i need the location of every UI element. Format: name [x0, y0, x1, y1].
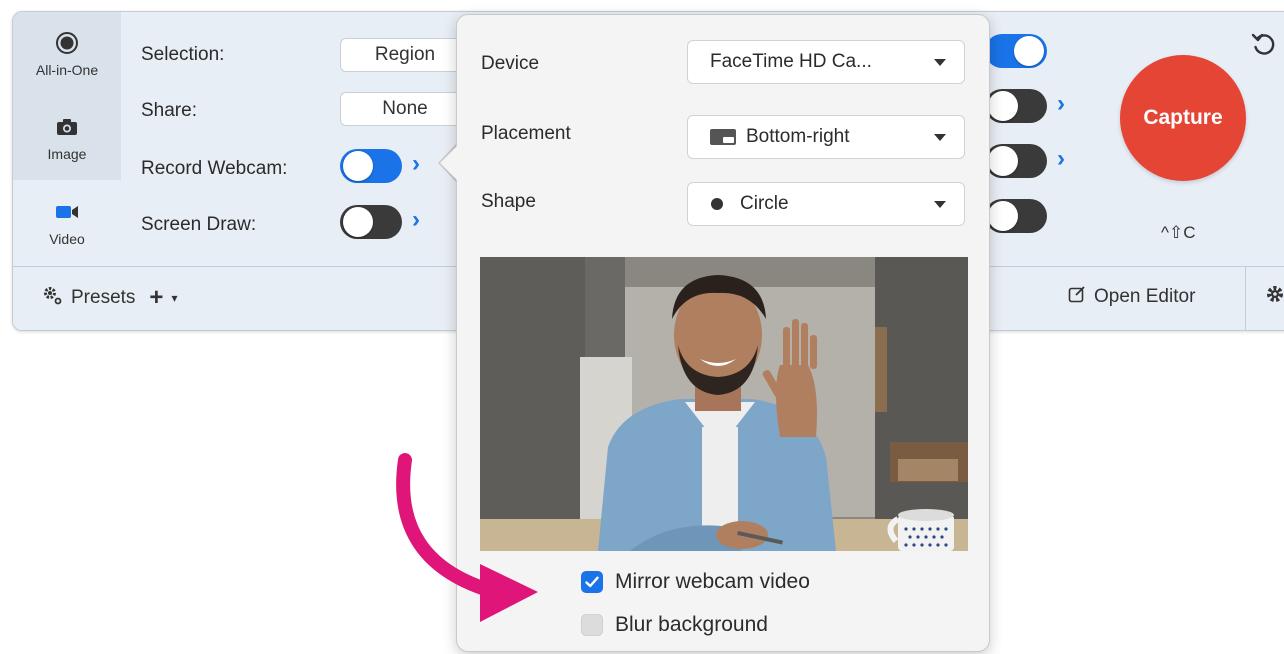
tab-video[interactable]: Video [13, 180, 121, 266]
screen-draw-toggle[interactable] [340, 205, 402, 239]
device-label: Device [481, 53, 540, 74]
chevron-right-icon[interactable]: › [412, 206, 420, 234]
record-dot-icon [55, 30, 79, 56]
selection-label: Selection: [141, 44, 225, 65]
tab-label: All-in-One [35, 62, 99, 78]
mirror-webcam-checkbox[interactable] [581, 571, 603, 593]
video-camera-icon [55, 199, 79, 225]
share-label: Share: [141, 100, 197, 121]
popover-arrow-fill [440, 145, 458, 181]
tab-image[interactable]: Image [13, 96, 121, 180]
mirror-webcam-option[interactable]: Mirror webcam video [581, 570, 810, 594]
blur-background-option[interactable]: Blur background [581, 613, 768, 637]
selection-dropdown[interactable]: Region [340, 38, 470, 72]
tab-all-in-one[interactable]: All-in-One [13, 12, 121, 96]
record-webcam-label: Record Webcam: [141, 158, 288, 179]
chevron-right-icon[interactable]: › [412, 150, 420, 178]
share-dropdown[interactable]: None [340, 92, 470, 126]
shape-value: Circle [740, 193, 789, 214]
caret-down-icon [934, 58, 946, 66]
edit-icon [1068, 285, 1086, 309]
option-toggle-4[interactable] [985, 199, 1047, 233]
mirror-webcam-label: Mirror webcam video [615, 570, 810, 593]
placement-value: Bottom-right [746, 126, 850, 147]
capture-button[interactable]: Capture [1120, 55, 1246, 181]
placement-label: Placement [481, 123, 571, 144]
capture-shortcut: ^⇧C [1161, 223, 1196, 242]
blur-background-label: Blur background [615, 613, 768, 636]
checkmark-icon [585, 576, 599, 588]
toggle-knob [1014, 36, 1044, 66]
placement-icon [710, 129, 736, 145]
presets-label: Presets [71, 287, 136, 308]
caret-down-icon [934, 133, 946, 141]
presets-button[interactable]: Presets + ▾ [41, 284, 177, 312]
toggle-knob [988, 146, 1018, 176]
chevron-right-icon[interactable]: › [1057, 145, 1065, 173]
tab-label: Video [49, 231, 85, 247]
device-value: FaceTime HD Ca... [710, 51, 872, 72]
reset-icon[interactable] [1251, 32, 1277, 65]
open-editor-button[interactable]: Open Editor [1068, 285, 1195, 309]
presets-gear-icon [41, 284, 63, 312]
mode-tabs: All-in-One Image Video [13, 12, 121, 266]
option-toggle-2[interactable] [985, 89, 1047, 123]
device-dropdown[interactable]: FaceTime HD Ca... [687, 40, 965, 84]
chevron-down-icon[interactable]: ▾ [171, 291, 177, 305]
add-preset-button[interactable]: + [149, 284, 163, 312]
tab-label: Image [47, 146, 87, 162]
open-editor-label: Open Editor [1094, 286, 1196, 307]
shape-dropdown[interactable]: Circle [687, 182, 965, 226]
toggle-knob [988, 91, 1018, 121]
toggle-knob [988, 201, 1018, 231]
toggle-knob [343, 151, 373, 181]
record-webcam-toggle[interactable] [340, 149, 402, 183]
camera-icon [56, 114, 78, 140]
placement-dropdown[interactable]: Bottom-right [687, 115, 965, 159]
annotation-arrow-icon [396, 453, 538, 622]
blur-background-checkbox[interactable] [581, 614, 603, 636]
circle-shape-icon [710, 197, 724, 211]
option-toggle-3[interactable] [985, 144, 1047, 178]
screen-draw-label: Screen Draw: [141, 214, 257, 235]
divider [1245, 266, 1246, 330]
settings-gear-icon[interactable] [1265, 284, 1284, 310]
chevron-right-icon[interactable]: › [1057, 90, 1065, 118]
toggle-knob [343, 207, 373, 237]
option-toggle-1[interactable] [985, 34, 1047, 68]
caret-down-icon [934, 200, 946, 208]
shape-label: Shape [481, 191, 536, 212]
